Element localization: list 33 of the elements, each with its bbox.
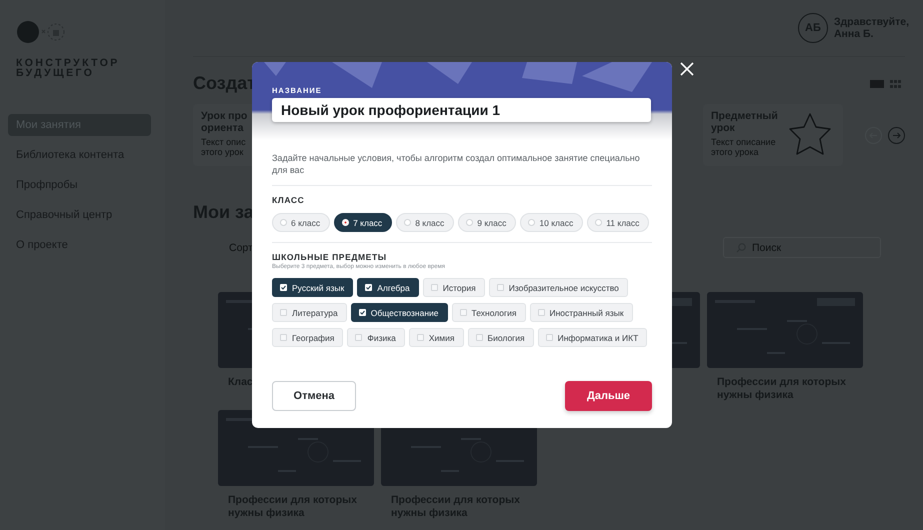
grid-view-icon[interactable] [890,80,901,88]
subject-option[interactable]: История [422,278,485,297]
subject-option[interactable]: Технология [452,303,526,322]
next-button[interactable]: Дальше [565,381,652,411]
subject-option[interactable]: Биология [468,328,534,347]
list-view-icon[interactable] [870,80,884,88]
cancel-button[interactable]: Отмена [272,381,356,411]
subject-option[interactable]: Иностранный язык [530,303,633,322]
subject-option[interactable]: Химия [408,328,464,347]
next-arrow-button[interactable] [888,126,905,144]
subject-option[interactable]: География [272,328,344,347]
name-field[interactable]: Новый урок профориентации 1 [272,98,651,122]
grade-option[interactable]: 6 класс [272,213,330,232]
checkmark-icon [360,310,365,315]
subject-option[interactable]: Обществознание [350,303,448,322]
intro-text: Задайте начальные условия, чтобы алгоритм создал оптимальное занятие специально для вас [272,152,652,186]
subject-option[interactable]: Литература [272,303,347,322]
grade-option[interactable]: 11 класс [587,213,650,232]
checkmark-icon [366,285,372,290]
grade-option[interactable]: 10 класс [520,213,584,232]
grade-option[interactable]: 7 класс [334,213,392,232]
grade-label: КЛАСС [272,195,306,205]
grade-option[interactable]: 8 класс [396,213,454,232]
subject-option[interactable]: Физика [347,328,405,347]
subject-option[interactable]: Информатика и ИКТ [538,328,648,347]
subject-option[interactable]: Русский язык [272,278,354,297]
grade-option[interactable]: 9 класс [458,213,516,232]
close-icon[interactable] [679,61,695,77]
subjects-label: ШКОЛЬНЫЕ ПРЕДМЕТЫ [272,252,388,262]
checkmark-icon [281,285,286,290]
subject-option[interactable]: Изобразительное искусство [488,278,628,297]
subject-option[interactable]: Алгебра [357,278,419,297]
arrow-right-icon [892,132,901,138]
